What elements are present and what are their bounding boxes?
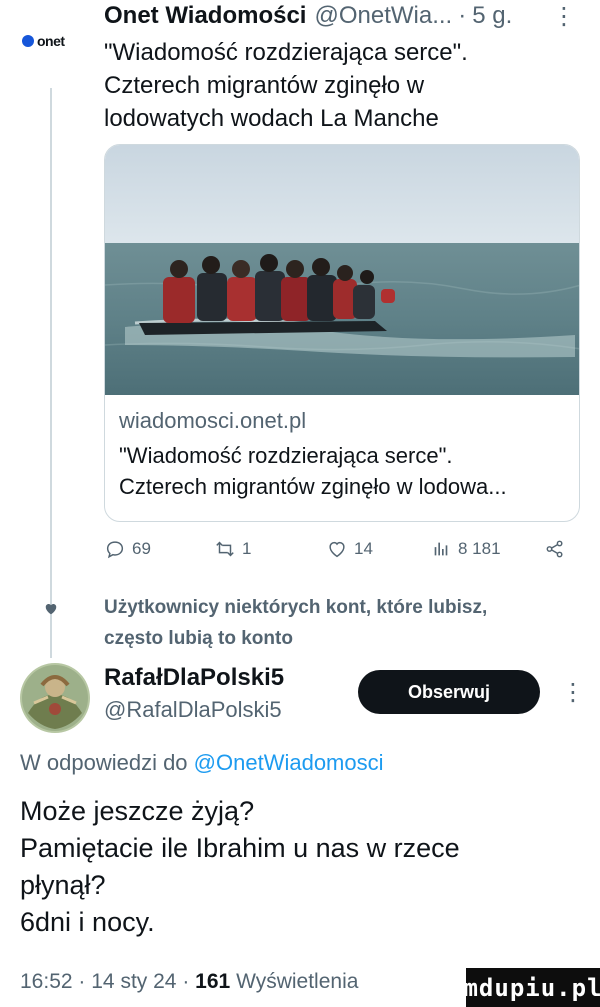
share-button[interactable] bbox=[544, 538, 566, 560]
reply-time[interactable]: 16:52 bbox=[20, 970, 73, 993]
reply-icon bbox=[106, 541, 124, 559]
reply-views-label: Wyświetlenia bbox=[236, 970, 359, 993]
tweet-text-line: lodowatych wodach La Manche bbox=[104, 105, 439, 132]
rafal-avatar[interactable] bbox=[20, 663, 90, 733]
more-options-icon[interactable]: ⋮ bbox=[561, 678, 585, 707]
onet-logo-icon bbox=[22, 35, 34, 47]
tweet-header: Onet Wiadomości @OnetWia... · 5 g. ⋮ bbox=[104, 2, 576, 36]
retweet-icon bbox=[216, 541, 234, 557]
reply-date[interactable]: 14 sty 24 bbox=[91, 970, 176, 993]
heart-icon bbox=[329, 541, 345, 558]
card-image bbox=[105, 145, 579, 395]
reply-to-line: W odpowiedzi do @OnetWiadomosci bbox=[20, 750, 384, 776]
like-button[interactable]: 14 bbox=[326, 538, 373, 560]
link-card[interactable]: wiadomosci.onet.pl "Wiadomość rozdzieraj… bbox=[104, 144, 580, 522]
reply-to-prefix: W odpowiedzi do bbox=[20, 750, 188, 775]
suggestion-line: Użytkownicy niektórych kont, które lubis… bbox=[104, 597, 488, 618]
reply-text-line: Może jeszcze żyją? bbox=[20, 796, 255, 826]
reply-views-count: 161 bbox=[195, 970, 231, 993]
suggestion-text: Użytkownicy niektórych kont, które lubis… bbox=[104, 592, 584, 654]
tweet-actions: 69 1 14 8 181 bbox=[104, 538, 574, 568]
card-title-line: "Wiadomość rozdzierająca serce". bbox=[119, 443, 453, 468]
tweet-text-line: Czterech migrantów zginęło w bbox=[104, 72, 425, 99]
header-separator: · bbox=[458, 2, 467, 29]
thread-line bbox=[50, 88, 52, 658]
reply-button[interactable]: 69 bbox=[104, 538, 151, 560]
retweet-button[interactable]: 1 bbox=[214, 538, 251, 560]
site-watermark: mdupiu.pl bbox=[463, 968, 600, 1007]
heart-icon bbox=[45, 604, 57, 615]
share-icon bbox=[546, 540, 563, 558]
card-title-line: Czterech migrantów zginęło w lodowa... bbox=[119, 474, 507, 499]
tweet-text-line: "Wiadomość rozdzierająca serce". bbox=[104, 39, 468, 66]
card-title: "Wiadomość rozdzierająca serce". Czterec… bbox=[119, 440, 571, 502]
follow-button[interactable]: Obserwuj bbox=[358, 670, 540, 714]
reply-author-handle[interactable]: @RafalDlaPolski5 bbox=[104, 697, 282, 723]
reply-to-mention[interactable]: @OnetWiadomosci bbox=[194, 750, 384, 775]
onet-avatar-label: onet bbox=[37, 33, 65, 49]
reply-meta: 16:52 · 14 sty 24 · 161 Wyświetlenia bbox=[20, 970, 358, 994]
reply-text-line: 6dni i nocy. bbox=[20, 907, 155, 937]
reply-text-line: Pamiętacie ile Ibrahim u nas w rzece bbox=[20, 833, 460, 863]
reply-text-line: płynął? bbox=[20, 870, 106, 900]
reply-count: 69 bbox=[132, 539, 151, 558]
onet-avatar[interactable]: onet bbox=[22, 27, 84, 55]
more-options-icon[interactable]: ⋮ bbox=[552, 2, 576, 31]
like-count: 14 bbox=[354, 539, 373, 558]
retweet-count: 1 bbox=[242, 539, 252, 558]
suggestion-line: często lubią to konto bbox=[104, 628, 293, 649]
tweet-text: "Wiadomość rozdzierająca serce". Czterec… bbox=[104, 36, 574, 135]
tweet-time[interactable]: 5 g. bbox=[472, 2, 512, 30]
tweet-author-name[interactable]: Onet Wiadomości bbox=[104, 2, 306, 30]
views-button[interactable]: 8 181 bbox=[430, 538, 501, 560]
card-domain: wiadomosci.onet.pl bbox=[119, 408, 307, 433]
views-count: 8 181 bbox=[458, 539, 501, 558]
meta-separator: · bbox=[182, 970, 190, 993]
meta-separator: · bbox=[78, 970, 86, 993]
tweet-author-handle[interactable]: @OnetWia... bbox=[314, 2, 452, 30]
views-icon bbox=[434, 542, 448, 556]
reply-author-name[interactable]: RafałDlaPolski5 bbox=[104, 664, 284, 692]
reply-text: Może jeszcze żyją? Pamiętacie ile Ibrahi… bbox=[20, 793, 580, 941]
